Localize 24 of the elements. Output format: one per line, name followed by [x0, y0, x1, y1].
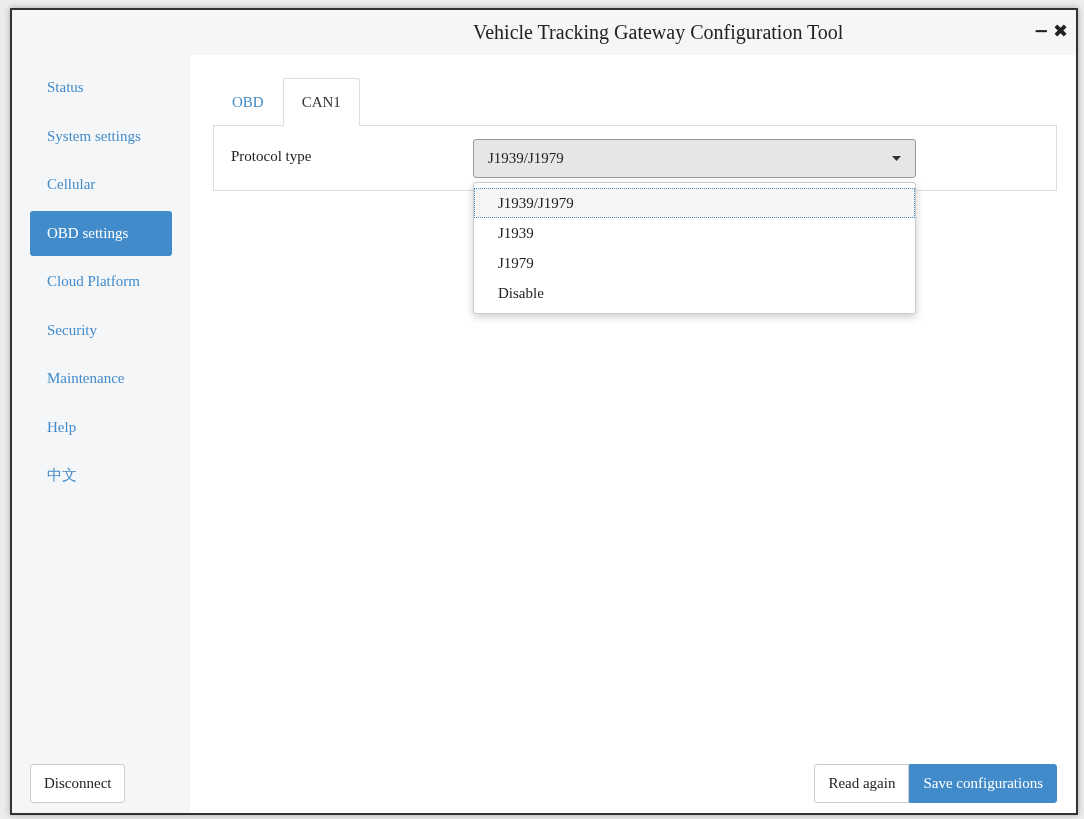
close-button[interactable]: ✖ [1050, 20, 1070, 41]
sidebar-item[interactable]: System settings [30, 113, 172, 159]
tab[interactable]: OBD [213, 78, 283, 126]
sidebar-item[interactable]: OBD settings [30, 210, 172, 256]
sidebar-item[interactable]: Cellular [30, 162, 172, 207]
save-button[interactable]: Save configurations [909, 764, 1057, 803]
sidebar-item[interactable]: Security [30, 307, 172, 353]
dropdown-option[interactable]: Disable [474, 278, 915, 308]
tab[interactable]: CAN1 [282, 78, 360, 126]
minimize-button[interactable]: − [1031, 20, 1051, 41]
protocol-select[interactable]: J1939/J1979 [473, 139, 916, 178]
disconnect-button[interactable]: Disconnect [30, 764, 126, 803]
sidebar-item[interactable]: 中文 [30, 453, 172, 498]
dropdown-option[interactable]: J1979 [474, 248, 915, 278]
dropdown-option[interactable]: J1939 [474, 218, 915, 248]
sidebar-item[interactable]: Help [30, 404, 172, 450]
dropdown-option[interactable]: J1939/J1979 [474, 188, 915, 218]
read-again-button[interactable]: Read again [814, 764, 910, 803]
field-label: Protocol type [231, 148, 313, 165]
sidebar-item[interactable]: Status [30, 65, 172, 110]
sidebar-item[interactable]: Cloud Platform [30, 259, 172, 304]
window-title: Vehicle Tracking Gateway Configuration Tool [473, 21, 844, 44]
sidebar-item[interactable]: Maintenance [30, 356, 172, 401]
caret-icon [892, 156, 901, 161]
